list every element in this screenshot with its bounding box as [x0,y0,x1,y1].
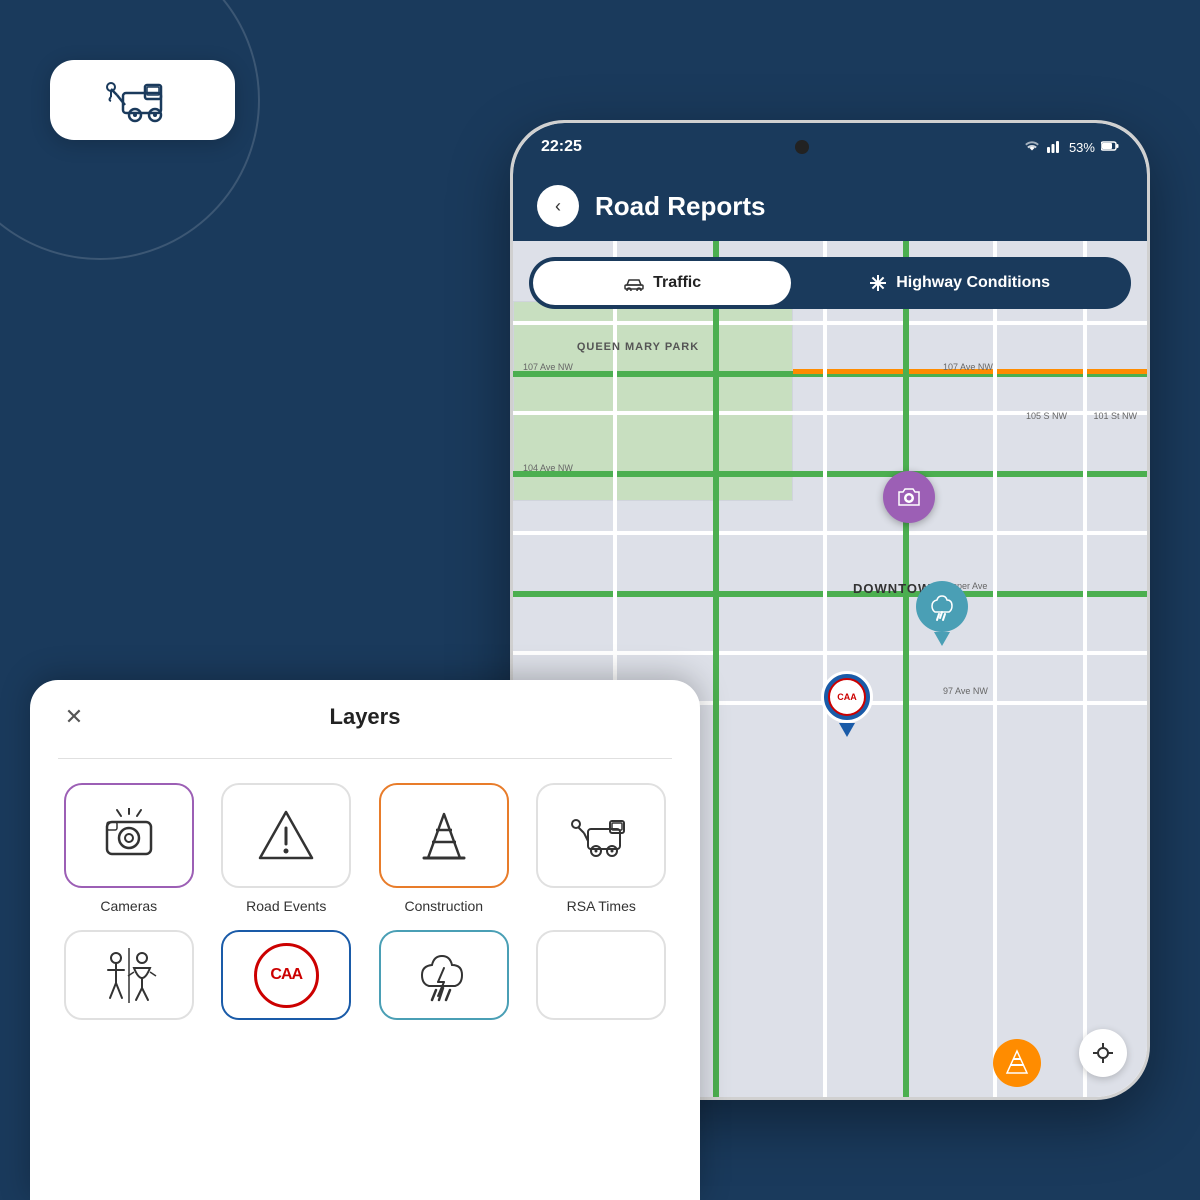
status-bar: 22:25 53% [513,123,1147,171]
signal-icon [1047,139,1063,156]
street-label-97: 97 Ave NW [943,686,988,696]
weather-icon [414,948,474,1003]
construction-icon [414,806,474,866]
layer-caa-button[interactable]: CAA [221,930,351,1020]
snowflake-icon [868,273,888,293]
street-label-101: 101 St NW [1093,411,1137,421]
street-h6-major [513,591,1147,597]
layer-construction-button[interactable] [379,783,509,888]
street-v3 [823,241,827,1097]
cameras-icon [99,808,159,863]
caa-marker-tail [839,723,855,737]
layers-grid-row1: Cameras Road Events [58,783,672,914]
layer-rsa-times-button[interactable] [536,783,666,888]
camera-dot [795,140,809,154]
layer-item-rsa-times: RSA Times [531,783,673,914]
street-label-104: 104 Ave NW [523,463,573,473]
car-icon [623,275,645,291]
street-h4-major [513,471,1147,477]
battery-text: 53% [1069,140,1095,155]
layers-panel: ✕ Layers [30,680,700,1200]
layer-item-empty [531,930,673,1020]
queen-mary-label: QUEEN MARY PARK [563,341,713,353]
back-button[interactable]: ‹ [537,185,579,227]
close-icon: ✕ [65,704,83,730]
layer-road-events-button[interactable] [221,783,351,888]
locate-icon [1091,1041,1115,1065]
layers-header: ✕ Layers [58,704,672,730]
layer-cameras-button[interactable] [64,783,194,888]
wifi-icon [1023,139,1041,156]
layer-item-caa: CAA [216,930,358,1020]
map-tabs: Traffic Highway Conditions [529,257,1131,309]
storm-icon-circle [916,581,968,632]
layer-item-construction: Construction [373,783,515,914]
back-arrow-icon: ‹ [555,196,561,217]
camera-marker[interactable] [883,471,935,523]
layers-close-button[interactable]: ✕ [58,701,90,733]
layers-divider [58,758,672,759]
tab-highway[interactable]: Highway Conditions [791,261,1127,305]
layer-item-weather [373,930,515,1020]
storm-marker[interactable] [913,581,971,646]
street-v4-major [903,241,909,1097]
street-label-107: 107 Ave NW [523,362,573,372]
caa-text-small: CAA [837,692,857,702]
layer-construction-label: Construction [404,898,483,914]
battery-icon [1101,140,1119,155]
cone-marker[interactable] [993,1039,1041,1087]
street-v2-major [713,241,719,1097]
app-header: ‹ Road Reports [513,171,1147,241]
layer-item-road-events: Road Events [216,783,358,914]
layer-empty-button[interactable] [536,930,666,1020]
caa-icon-circle: CAA [821,671,873,723]
status-time: 22:25 [541,138,582,156]
layers-grid-row2: CAA [58,930,672,1020]
street-label-107-right: 107 Ave NW [943,362,993,372]
caa-badge-small: CAA [828,678,866,716]
caa-icon-text: CAA [270,966,302,984]
layer-rsa-times-label: RSA Times [567,898,636,914]
tab-highway-label: Highway Conditions [896,274,1050,292]
street-h5 [513,531,1147,535]
rsa-times-icon [566,811,636,861]
locate-button[interactable] [1079,1029,1127,1077]
street-v5 [993,241,997,1097]
storm-marker-tail [934,632,950,646]
layer-weather-button[interactable] [379,930,509,1020]
layers-title: Layers [330,704,401,730]
caa-icon-container: CAA [254,943,319,1008]
layer-item-cameras: Cameras [58,783,200,914]
tow-truck-icon [103,75,183,125]
layer-cameras-label: Cameras [100,898,157,914]
status-icons: 53% [1023,139,1119,156]
street-h1 [513,321,1147,325]
layer-item-restrooms [58,930,200,1020]
street-v6 [1083,241,1087,1097]
tab-traffic-label: Traffic [653,274,701,292]
caa-marker[interactable]: CAA [818,671,876,741]
restrooms-icon [94,948,164,1003]
layer-road-events-label: Road Events [246,898,326,914]
street-label-105: 105 S NW [1026,411,1067,421]
street-h7 [513,651,1147,655]
tow-truck-badge [50,60,235,140]
layer-restrooms-button[interactable] [64,930,194,1020]
road-events-icon [256,806,316,866]
page-title: Road Reports [595,191,765,222]
tab-traffic[interactable]: Traffic [533,261,791,305]
